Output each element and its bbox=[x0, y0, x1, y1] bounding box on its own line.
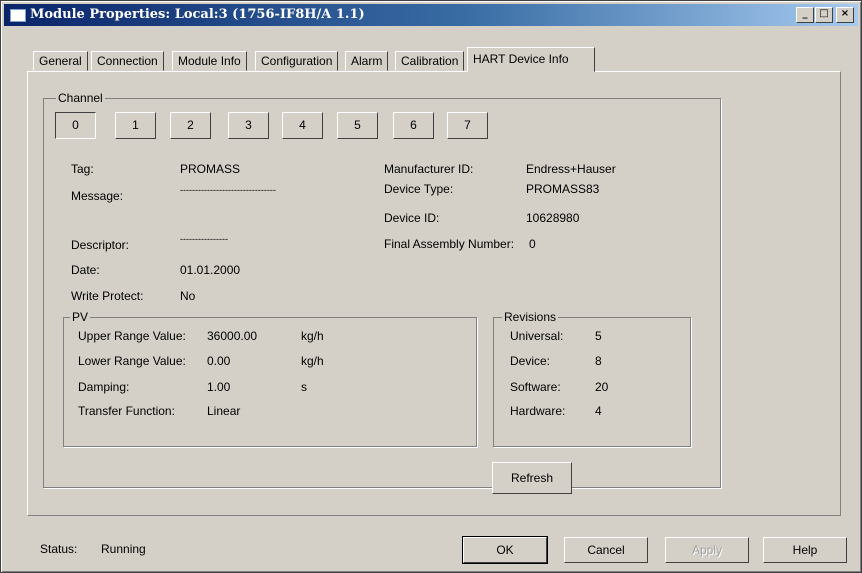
tag-value: PROMASS bbox=[180, 162, 241, 176]
tab-general[interactable]: General bbox=[33, 51, 88, 71]
pv-unit: kg/h bbox=[301, 354, 324, 368]
channel-button-6[interactable]: 6 bbox=[393, 112, 434, 139]
tag-label: Tag: bbox=[71, 162, 94, 176]
descriptor-value: ---------------- bbox=[180, 234, 228, 244]
message-value: -------------------------------- bbox=[180, 185, 276, 195]
final-assembly-label: Final Assembly Number: bbox=[384, 237, 515, 251]
revision-label: Device: bbox=[510, 354, 551, 368]
channel-button-7[interactable]: 7 bbox=[447, 112, 488, 139]
pv-label: Damping: bbox=[78, 380, 130, 394]
window-title: Module Properties: Local:3 (1756-IF8H/A … bbox=[30, 7, 365, 22]
revision-value: 20 bbox=[595, 380, 609, 394]
module-properties-window: Module Properties: Local:3 (1756-IF8H/A … bbox=[0, 0, 862, 573]
pv-label: Upper Range Value: bbox=[78, 329, 186, 343]
revision-label: Hardware: bbox=[510, 404, 566, 418]
tab-configuration[interactable]: Configuration bbox=[255, 51, 339, 71]
channel-button-4[interactable]: 4 bbox=[282, 112, 323, 139]
minimize-button[interactable]: _ bbox=[796, 7, 814, 23]
manufacturer-id-label: Manufacturer ID: bbox=[384, 162, 474, 176]
pv-value: 36000.00 bbox=[207, 329, 258, 343]
channel-legend: Channel bbox=[56, 91, 105, 105]
channel-button-5[interactable]: 5 bbox=[337, 112, 378, 139]
pv-unit: s bbox=[301, 380, 307, 394]
date-label: Date: bbox=[71, 263, 100, 277]
device-id-label: Device ID: bbox=[384, 211, 440, 225]
apply-button[interactable]: Apply bbox=[665, 537, 749, 563]
message-label: Message: bbox=[71, 189, 124, 203]
pv-value: Linear bbox=[207, 404, 241, 418]
tab-hart-device-info[interactable]: HART Device Info bbox=[467, 47, 595, 72]
tab-connection[interactable]: Connection bbox=[91, 51, 164, 71]
tab-module-info[interactable]: Module Info bbox=[172, 51, 247, 71]
pv-value: 1.00 bbox=[207, 380, 231, 394]
channel-button-0[interactable]: 0 bbox=[55, 112, 96, 139]
pv-label: Transfer Function: bbox=[78, 404, 175, 418]
cancel-button[interactable]: Cancel bbox=[564, 537, 648, 563]
revisions-legend: Revisions bbox=[502, 310, 559, 324]
status-value: Running bbox=[101, 542, 146, 556]
refresh-button[interactable]: Refresh bbox=[492, 462, 572, 494]
write-protect-value: No bbox=[180, 289, 196, 303]
channel-button-3[interactable]: 3 bbox=[228, 112, 269, 139]
title-bar[interactable]: Module Properties: Local:3 (1756-IF8H/A … bbox=[4, 4, 858, 26]
revision-label: Universal: bbox=[510, 329, 564, 343]
maximize-button[interactable]: □ bbox=[815, 7, 833, 23]
close-button[interactable]: × bbox=[836, 7, 854, 23]
pv-legend: PV bbox=[70, 310, 91, 324]
revision-value: 8 bbox=[595, 354, 602, 368]
tab-alarm[interactable]: Alarm bbox=[345, 51, 389, 71]
apply-button-label: Apply bbox=[691, 543, 723, 557]
revision-value: 5 bbox=[595, 329, 602, 343]
device-id-value: 10628980 bbox=[526, 211, 580, 225]
revision-label: Software: bbox=[510, 380, 561, 394]
channel-button-1[interactable]: 1 bbox=[115, 112, 156, 139]
channel-button-2[interactable]: 2 bbox=[170, 112, 211, 139]
final-assembly-value: 0 bbox=[529, 237, 536, 251]
descriptor-label: Descriptor: bbox=[71, 238, 130, 252]
pv-unit: kg/h bbox=[301, 329, 324, 343]
status-label: Status: bbox=[40, 542, 78, 556]
device-type-label: Device Type: bbox=[384, 182, 454, 196]
revision-value: 4 bbox=[595, 404, 602, 418]
device-type-value: PROMASS83 bbox=[526, 182, 600, 196]
write-protect-label: Write Protect: bbox=[71, 289, 144, 303]
pv-value: 0.00 bbox=[207, 354, 231, 368]
app-icon bbox=[10, 9, 26, 22]
pv-label: Lower Range Value: bbox=[78, 354, 186, 368]
tab-calibration[interactable]: Calibration bbox=[395, 51, 465, 71]
help-button[interactable]: Help bbox=[763, 537, 847, 563]
manufacturer-id-value: Endress+Hauser bbox=[526, 162, 616, 176]
date-value: 01.01.2000 bbox=[180, 263, 241, 277]
ok-button[interactable]: OK bbox=[462, 536, 548, 564]
